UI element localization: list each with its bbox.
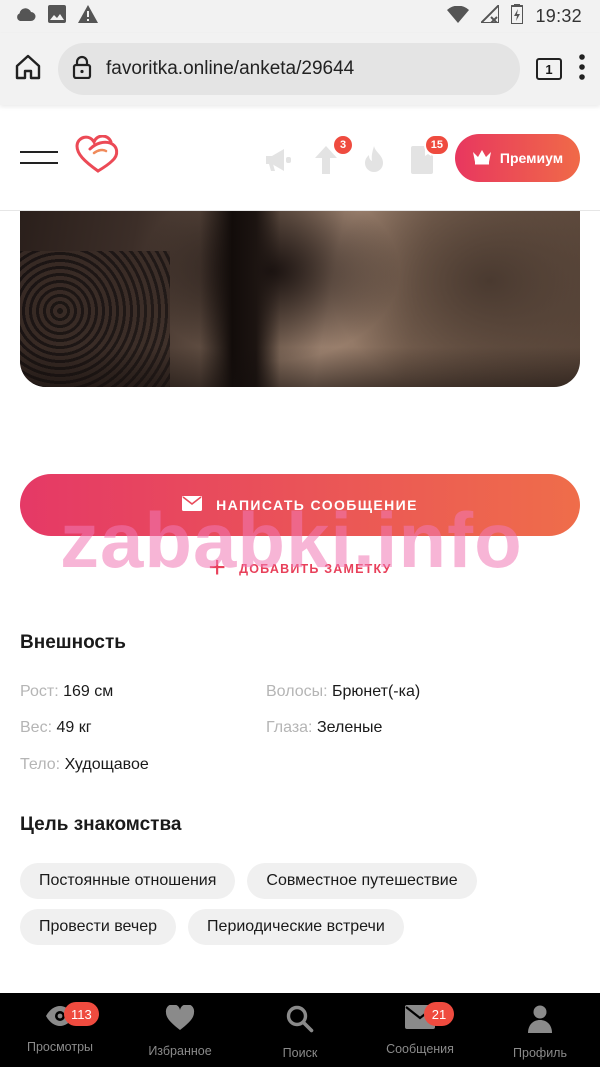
cloud-icon: [14, 6, 36, 27]
nav-favorites[interactable]: Избранное: [120, 993, 240, 1067]
wifi-icon: [447, 5, 470, 28]
goal-chip[interactable]: Провести вечер: [20, 909, 177, 945]
attr-hair-label: Волосы:: [266, 683, 328, 700]
status-time: 19:32: [535, 6, 582, 26]
search-icon: [286, 1005, 314, 1038]
photo-shade: [20, 347, 580, 387]
attr-body-value: Худощавое: [64, 756, 149, 773]
attr-height: Рост: 169 см: [20, 683, 113, 701]
no-signal-icon: [479, 2, 501, 28]
goal-chip[interactable]: Постоянные отношения: [20, 863, 236, 899]
status-right-icons: 19:32: [447, 2, 582, 29]
views-badge: 113: [64, 1002, 99, 1026]
attr-body: Тело: Худощавое: [20, 756, 149, 774]
attr-hair-value: Брюнет(-ка): [332, 683, 421, 700]
profile-photo[interactable]: [20, 211, 580, 387]
premium-label: Премиум: [499, 150, 564, 166]
nav-messages-label: Сообщения: [386, 1042, 454, 1056]
nav-favorites-label: Избранное: [148, 1044, 212, 1058]
megaphone-icon[interactable]: [264, 146, 292, 174]
status-left-icons: [14, 5, 98, 28]
crown-icon: [472, 149, 492, 168]
home-icon[interactable]: [14, 53, 42, 86]
attr-weight-value: 49 кг: [56, 719, 92, 736]
address-bar[interactable]: favoritka.online/anketa/29644: [58, 43, 520, 95]
heart-icon: [165, 1004, 195, 1036]
image-icon: [48, 5, 66, 28]
header-icons: 3 15: [264, 134, 450, 185]
attr-eyes-label: Глаза:: [266, 719, 313, 736]
battery-charging-icon: [510, 4, 525, 29]
boost-badge: 3: [332, 134, 354, 156]
goal-title: Цель знакомства: [20, 814, 182, 835]
url-text: favoritka.online/anketa/29644: [106, 58, 355, 79]
warning-icon: [78, 5, 98, 28]
site-logo[interactable]: [74, 134, 122, 180]
attr-height-value: 169 см: [63, 683, 114, 700]
appearance-title: Внешность: [20, 632, 126, 653]
goal-chips: Постоянные отношения Совместное путешест…: [20, 863, 580, 945]
boost-arrow-icon[interactable]: 3: [312, 134, 354, 174]
status-bar: 19:32: [0, 0, 600, 33]
premium-button[interactable]: Премиум: [455, 134, 580, 182]
user-icon: [528, 1005, 552, 1038]
nav-search[interactable]: Поиск: [240, 993, 360, 1067]
attr-eyes-value: Зеленые: [316, 719, 383, 736]
nav-search-label: Поиск: [282, 1046, 318, 1060]
likes-badge: 15: [423, 134, 450, 156]
book-icon[interactable]: 15: [408, 134, 450, 174]
plus-icon: +: [208, 551, 228, 584]
attr-height-label: Рост:: [20, 683, 59, 700]
page: 19:32 favoritka.online/anketa/29644 1 3 …: [0, 0, 600, 1067]
add-note-label: ДОБАВИТЬ ЗАМЕТКУ: [239, 562, 392, 576]
attr-hair: Волосы: Брюнет(-ка): [266, 683, 420, 701]
nav-views-label: Просмотры: [26, 1040, 94, 1054]
add-note-link[interactable]: + ДОБАВИТЬ ЗАМЕТКУ: [0, 551, 600, 584]
attr-weight: Вес: 49 кг: [20, 719, 92, 737]
write-message-button[interactable]: НАПИСАТЬ СООБЩЕНИЕ: [20, 474, 580, 536]
nav-profile[interactable]: Профиль: [480, 993, 600, 1067]
menu-burger-icon[interactable]: [20, 151, 58, 164]
more-options-icon[interactable]: [578, 53, 586, 86]
tab-switcher-button[interactable]: 1: [536, 58, 562, 80]
nav-messages[interactable]: 21 Сообщения: [360, 993, 480, 1067]
attr-eyes: Глаза: Зеленые: [266, 719, 382, 737]
messages-badge: 21: [424, 1002, 454, 1026]
fire-icon[interactable]: [360, 146, 388, 174]
goal-chip[interactable]: Совместное путешествие: [247, 863, 477, 899]
envelope-icon: [182, 496, 203, 514]
nav-views[interactable]: 113 Просмотры: [0, 993, 120, 1067]
bottom-nav: 113 Просмотры Избранное Поиск 21 Сообщен…: [0, 993, 600, 1067]
goal-chip[interactable]: Периодические встречи: [188, 909, 404, 945]
attr-weight-label: Вес:: [20, 719, 53, 736]
browser-toolbar: favoritka.online/anketa/29644 1: [0, 33, 600, 105]
write-message-label: НАПИСАТЬ СООБЩЕНИЕ: [216, 497, 418, 513]
attr-body-label: Тело:: [20, 756, 61, 773]
lock-icon: [72, 55, 92, 84]
nav-profile-label: Профиль: [513, 1046, 567, 1060]
site-header: 3 15 Премиум: [0, 105, 600, 211]
